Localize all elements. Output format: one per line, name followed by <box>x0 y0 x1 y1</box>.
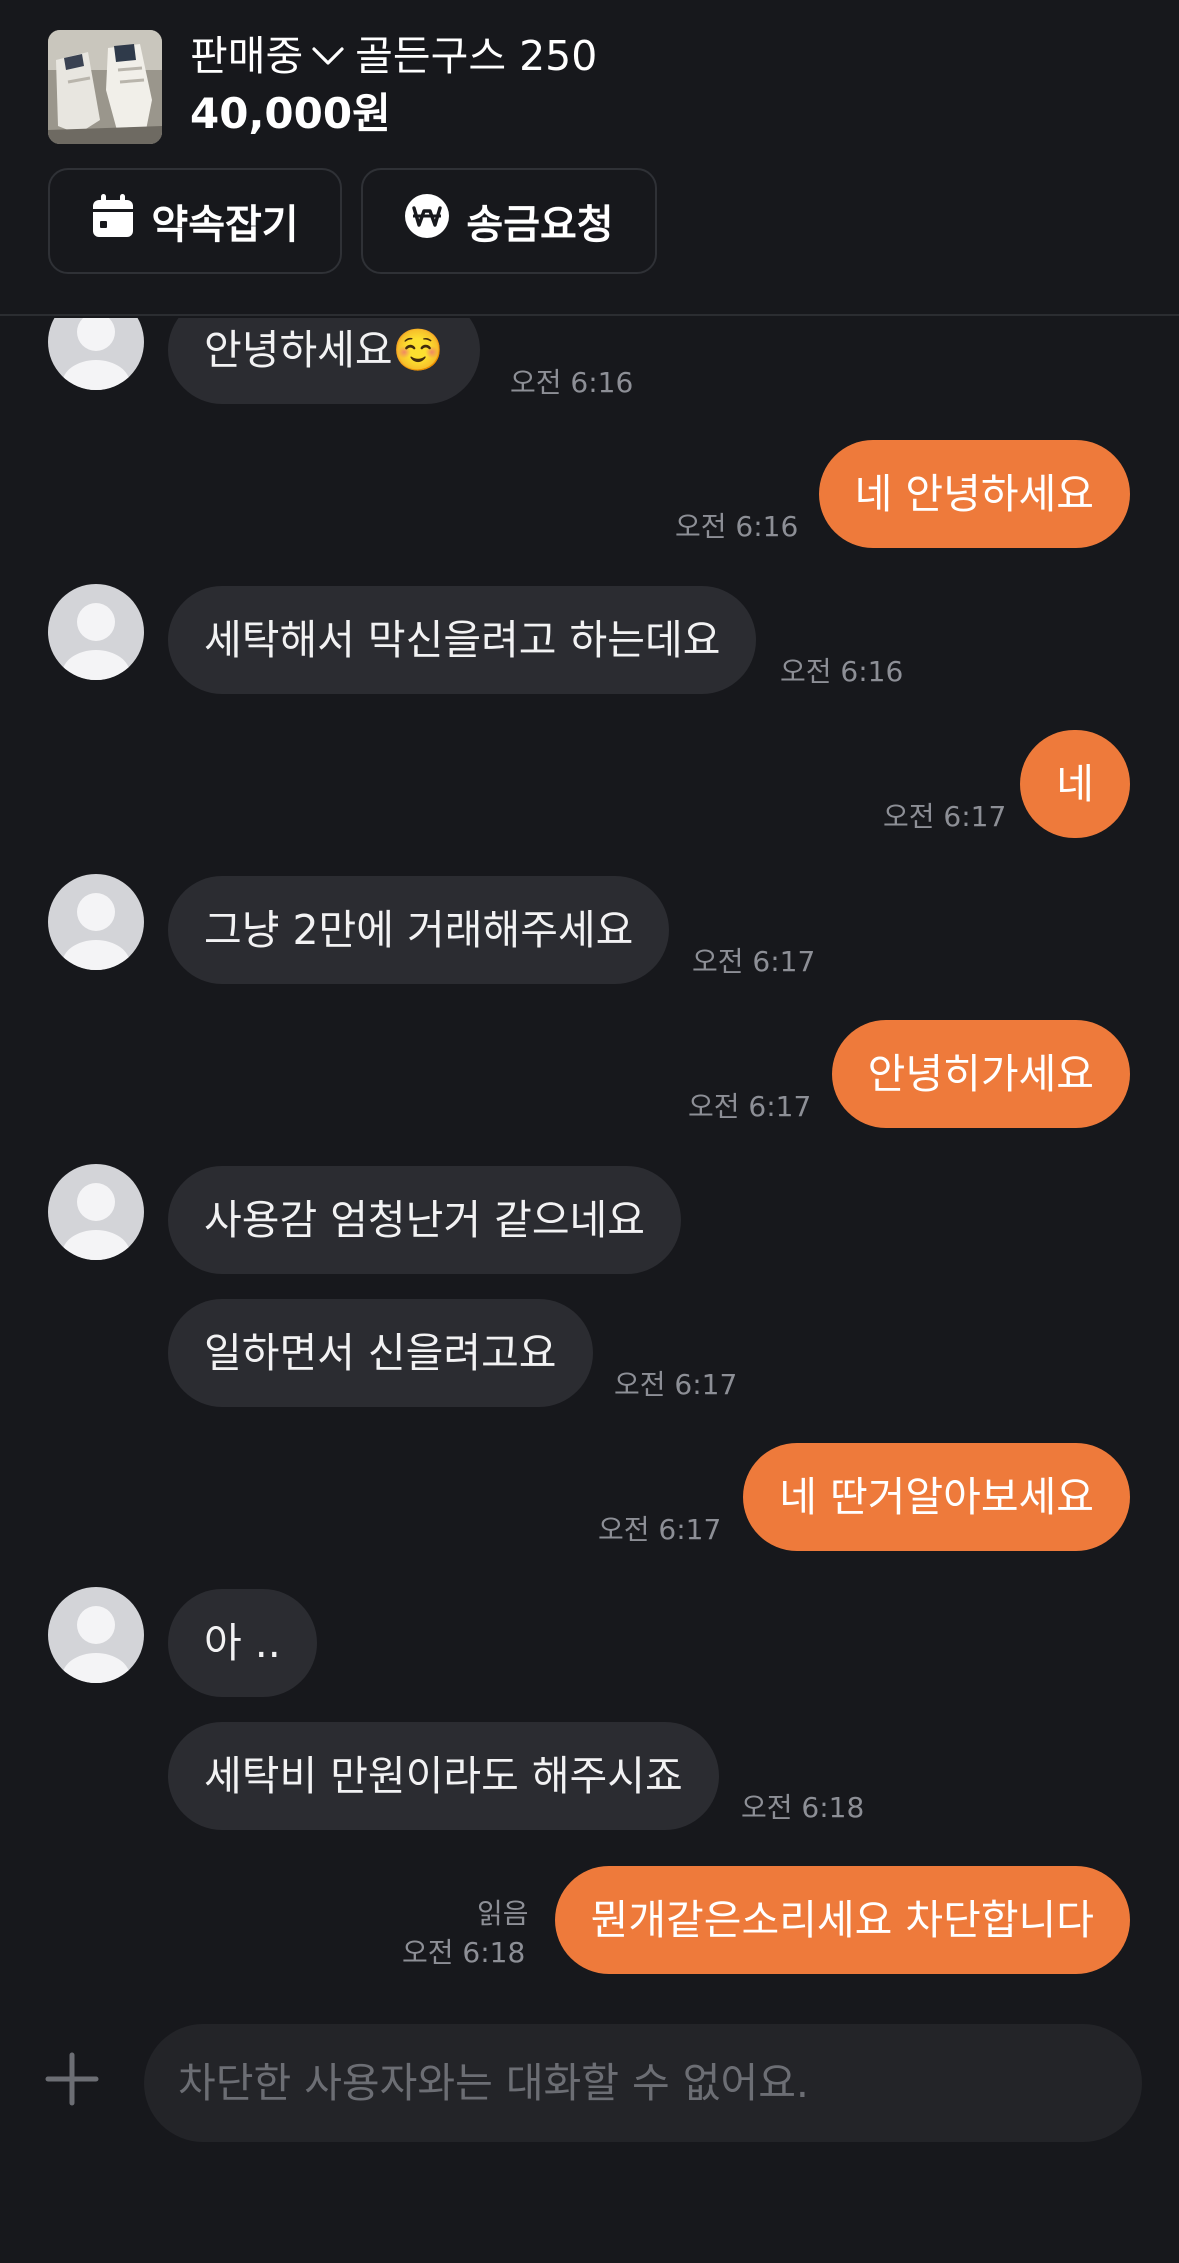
outgoing-message: 네 안녕하세요 <box>818 440 1130 548</box>
remit-label: 송금요청 <box>466 202 614 248</box>
remit-request-button[interactable]: 송금요청 <box>361 168 657 274</box>
partner-avatar[interactable] <box>48 1587 144 1683</box>
outgoing-message: 안녕히가세요 <box>831 1020 1130 1128</box>
message-time: 오전 6:17 <box>688 1090 812 1123</box>
message-input[interactable]: 차단한 사용자와는 대화할 수 없어요. <box>144 2024 1142 2142</box>
product-title: 골든구스 250 <box>355 32 598 80</box>
incoming-message: 그냥 2만에 거래해주세요 <box>168 876 670 984</box>
incoming-message: 세탁해서 막신을려고 하는데요 <box>168 586 757 694</box>
message-time: 오전 6:16 <box>675 510 799 543</box>
incoming-message: 아 .. <box>168 1589 317 1697</box>
read-receipt: 읽음 <box>477 1897 529 1930</box>
calendar-icon <box>91 193 135 249</box>
message-time: 오전 6:17 <box>692 945 816 978</box>
status-row: 판매중 골든구스 250 <box>190 28 597 84</box>
incoming-message: 세탁비 만원이라도 해주시죠 <box>168 1722 719 1830</box>
sale-status-dropdown[interactable]: 판매중 <box>190 28 303 84</box>
message-time: 오전 6:18 <box>741 1791 865 1824</box>
won-coin-icon <box>404 193 450 249</box>
outgoing-message: 네 딴거알아보세요 <box>743 1443 1130 1551</box>
outgoing-message: 뭔개같은소리세요 차단합니다 <box>554 1866 1130 1974</box>
incoming-message: 사용감 엄청난거 같으네요 <box>168 1166 681 1274</box>
message-time: 오전 6:17 <box>614 1368 738 1401</box>
message-time: 오전 6:16 <box>780 655 904 688</box>
chevron-down-icon[interactable] <box>311 45 345 67</box>
appointment-label: 약속잡기 <box>151 202 299 248</box>
partner-avatar[interactable] <box>48 318 144 390</box>
outgoing-message: 네 <box>1020 730 1130 838</box>
message-time: 오전 6:17 <box>883 800 1007 833</box>
incoming-message: 안녕하세요☺️ <box>168 318 480 404</box>
incoming-message: 일하면서 신을려고요 <box>168 1299 593 1407</box>
appointment-button[interactable]: 약속잡기 <box>48 168 342 274</box>
partner-avatar[interactable] <box>48 584 144 680</box>
product-price: 40,000원 <box>190 89 391 138</box>
message-time: 오전 6:17 <box>598 1513 722 1546</box>
plus-icon[interactable] <box>44 2051 100 2107</box>
message-list: 안녕하세요☺️ 오전 6:16 네 안녕하세요 오전 6:16 세탁해서 막신을… <box>0 318 1179 1998</box>
partner-avatar[interactable] <box>48 874 144 970</box>
message-time: 오전 6:16 <box>510 366 634 399</box>
product-thumbnail[interactable] <box>48 30 162 144</box>
message-time: 오전 6:18 <box>402 1936 526 1969</box>
product-header: 판매중 골든구스 250 40,000원 약속잡기 송금요청 <box>0 0 1179 316</box>
partner-avatar[interactable] <box>48 1164 144 1260</box>
